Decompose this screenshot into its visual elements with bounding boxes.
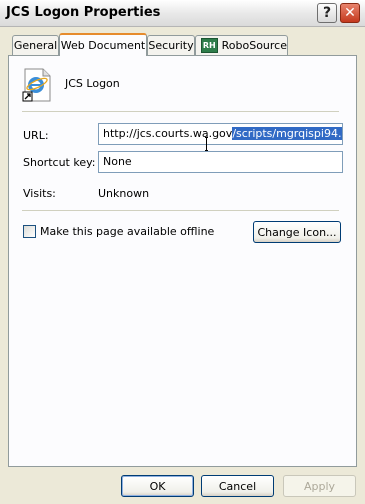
robohelp-icon: RH (201, 38, 218, 53)
apply-button-label: Apply (303, 479, 336, 493)
visits-label: Visits: (23, 187, 56, 200)
tab-robosource[interactable]: RH RoboSource (195, 35, 288, 55)
internet-shortcut-icon (22, 68, 51, 102)
apply-button[interactable]: Apply (283, 475, 356, 497)
help-icon: ? (322, 5, 332, 21)
ok-button[interactable]: OK (121, 475, 194, 497)
url-input[interactable]: http://jcs.courts.wa.gov/scripts/mgrqisp… (98, 123, 343, 145)
properties-dialog: JCS Logon Properties ? ✕ General Web Doc… (0, 0, 365, 504)
tab-security[interactable]: Security (147, 35, 195, 55)
change-icon-button[interactable]: Change Icon... (253, 221, 341, 243)
cancel-button[interactable]: Cancel (201, 475, 274, 497)
text-cursor-icon (205, 137, 208, 151)
url-label: URL: (23, 129, 49, 142)
help-button[interactable]: ? (317, 3, 337, 23)
tab-web-document-label: Web Document (60, 39, 146, 52)
shortcut-key-label: Shortcut key: (23, 156, 96, 169)
shortcut-key-value: None (103, 155, 132, 168)
url-text: http://jcs.courts.wa.gov (103, 127, 233, 140)
separator (22, 210, 339, 211)
window-title: JCS Logon Properties (6, 5, 161, 20)
visits-value: Unknown (98, 187, 150, 200)
tab-general-label: General (13, 39, 58, 52)
tab-general[interactable]: General (12, 35, 59, 55)
separator (22, 111, 339, 112)
cancel-button-label: Cancel (218, 479, 257, 493)
shortcut-name: JCS Logon (65, 77, 120, 90)
ok-button-label: OK (149, 479, 166, 493)
tab-robosource-label: RoboSource (221, 39, 287, 52)
tab-security-label: Security (148, 39, 194, 52)
shortcut-key-input[interactable]: None (98, 151, 343, 173)
web-document-panel (8, 55, 357, 467)
title-bar[interactable]: JCS Logon Properties ? ✕ (0, 0, 365, 27)
close-icon: ✕ (344, 5, 356, 21)
tab-web-document[interactable]: Web Document (59, 33, 147, 56)
change-icon-button-label: Change Icon... (257, 225, 337, 239)
offline-checkbox[interactable] (23, 225, 36, 238)
url-selected-text: /scripts/mgrqispi94.dll (232, 127, 342, 140)
offline-checkbox-label[interactable]: Make this page available offline (40, 225, 214, 238)
close-button[interactable]: ✕ (340, 3, 360, 23)
